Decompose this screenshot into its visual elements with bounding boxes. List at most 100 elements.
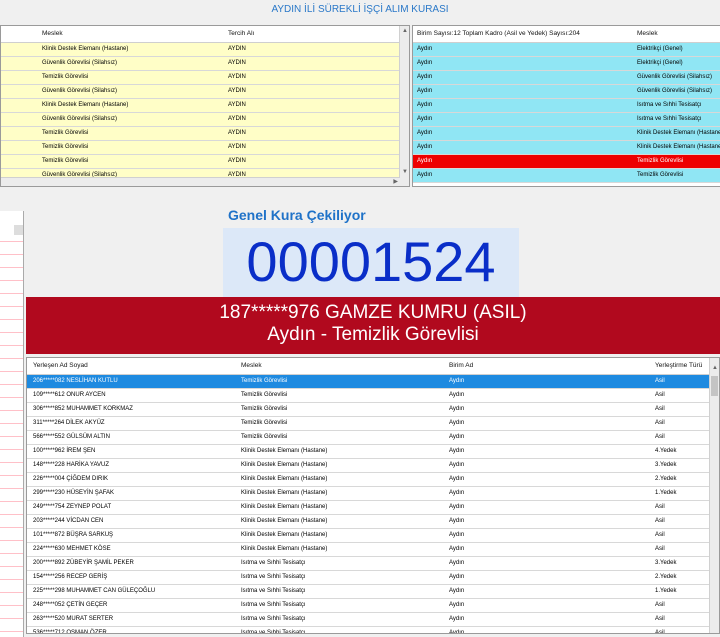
draw-status-label: Genel Kura Çekiliyor — [228, 207, 366, 223]
row-indicator — [1, 113, 42, 126]
placement-row[interactable]: 263*****520 MURAT SERTER Isıtma ve Sıhhi … — [27, 613, 719, 627]
cell-birim-ad: Aydın — [449, 588, 465, 594]
cell-meslek: Temizlik Görevlisi — [42, 158, 89, 164]
placement-row[interactable]: 536*****712 OSMAN ÖZER Isıtma ve Sıhhi Te… — [27, 627, 719, 634]
cell-ad-soyad: 225*****298 MUHAMMET CAN GÜLEÇOĞLU — [33, 588, 156, 594]
unit-row[interactable]: Aydın Temizlik Görevlisi — [413, 155, 720, 169]
cell-tercih: AYDIN — [228, 116, 246, 122]
row-indicator — [1, 85, 42, 98]
cell-meslek-bottom: Klinik Destek Elemanı (Hastane) — [241, 462, 328, 468]
placement-row[interactable]: 226*****004 ÇİĞDEM DIRIK Klinik Destek El… — [27, 473, 719, 487]
scroll-thumb[interactable] — [711, 376, 718, 396]
placement-row[interactable]: 148*****228 HARİKA YAVUZ Klinik Destek El… — [27, 459, 719, 473]
cell-ad-soyad: 566*****552 GÜLSÜM ALTIN — [33, 434, 110, 440]
header-birim-ad[interactable]: Birim Ad — [449, 358, 655, 374]
preference-row[interactable]: Temizlik Görevlisi AYDIN — [1, 71, 409, 85]
cell-birim: Aydın — [417, 158, 433, 164]
placement-row[interactable]: 154*****256 RECEP GERİŞ Isıtma ve Sıhhi T… — [27, 571, 719, 585]
placement-row[interactable]: 206*****082 NESLİHAN KUTLU Temizlik Görev… — [27, 375, 719, 389]
unit-row[interactable]: Aydın Temizlik Görevlisi — [413, 169, 720, 183]
cell-meslek-bottom: Isıtma ve Sıhhi Tesisatçı — [241, 630, 306, 634]
draw-number: 00001524 — [246, 230, 496, 293]
placement-row[interactable]: 224*****630 MEHMET KÖSE Klinik Destek Ele… — [27, 543, 719, 557]
cell-ad-soyad: 100*****962 İREM ŞEN — [33, 448, 96, 454]
cell-meslek-right: Temizlik Görevlisi — [637, 172, 684, 178]
cell-yerlestirme: 2.Yedek — [655, 476, 677, 482]
placement-row[interactable]: 100*****962 İREM ŞEN Klinik Destek Eleman… — [27, 445, 719, 459]
cell-meslek-bottom: Klinik Destek Elemanı (Hastane) — [241, 532, 328, 538]
header-meslek-bottom[interactable]: Meslek — [241, 358, 449, 374]
preference-row[interactable]: Güvenlik Görevlisi (Silahsız) AYDIN — [1, 113, 409, 127]
preference-table-vscroll[interactable]: ▲ ▼ — [399, 26, 409, 186]
scroll-down-arrow-icon[interactable]: ▼ — [402, 168, 408, 176]
cell-birim-ad: Aydın — [449, 392, 465, 398]
unit-row[interactable]: Aydın Isıtma ve Sıhhi Tesisatçı — [413, 99, 720, 113]
side-panel-line — [0, 345, 23, 346]
side-panel-line — [0, 358, 23, 359]
header-meslek[interactable]: Meslek — [42, 26, 228, 42]
cell-meslek-bottom: Isıtma ve Sıhhi Tesisatçı — [241, 602, 306, 608]
cell-meslek-right: Klinik Destek Elemanı (Hastane) — [637, 144, 720, 150]
preference-row[interactable]: Temizlik Görevlisi AYDIN — [1, 141, 409, 155]
unit-row[interactable]: Aydın Isıtma ve Sıhhi Tesisatçı — [413, 113, 720, 127]
preference-row[interactable]: Temizlik Görevlisi AYDIN — [1, 127, 409, 141]
unit-row[interactable]: Aydın Elektrikçi (Genel) — [413, 57, 720, 71]
placement-row[interactable]: 306*****852 MUHAMMET KORKMAZ Temizlik Gör… — [27, 403, 719, 417]
side-panel-line — [0, 579, 23, 580]
unit-row[interactable]: Aydın Güvenlik Görevlisi (Silahsız) — [413, 71, 720, 85]
header-meslek-right[interactable]: Meslek — [637, 26, 720, 42]
placement-row[interactable]: 203*****244 VİCDAN CEN Klinik Destek Elem… — [27, 515, 719, 529]
preference-row[interactable]: Temizlik Görevlisi AYDIN — [1, 155, 409, 169]
side-panel-line — [0, 384, 23, 385]
scroll-right-arrow-icon[interactable]: ▶ — [393, 178, 398, 186]
cell-ad-soyad: 200*****892 ZÜBEYİR ŞAMİL PEKER — [33, 560, 134, 566]
side-panel-line — [0, 306, 23, 307]
placement-table[interactable]: Yerleşen Ad Soyad Meslek Birim Ad Yerleş… — [26, 357, 720, 634]
unit-row[interactable]: Aydın Güvenlik Görevlisi (Silahsız) — [413, 85, 720, 99]
placement-row[interactable]: 566*****552 GÜLSÜM ALTIN Temizlik Görevli… — [27, 431, 719, 445]
cell-meslek-bottom: Temizlik Görevlisi — [241, 434, 288, 440]
placement-row[interactable]: 311*****264 DİLEK AKYÜZ Temizlik Görevlis… — [27, 417, 719, 431]
winner-location: Aydın - Temizlik Görevlisi — [267, 324, 479, 345]
cell-meslek-bottom: Temizlik Görevlisi — [241, 378, 288, 384]
scroll-up-arrow-icon[interactable]: ▲ — [712, 364, 718, 372]
cell-ad-soyad: 206*****082 NESLİHAN KUTLU — [33, 378, 118, 384]
header-tercih[interactable]: Tercih Alı — [228, 26, 378, 42]
preference-table[interactable]: Meslek Tercih Alı Klinik Destek Elemanı … — [0, 25, 410, 187]
placement-row[interactable]: 225*****298 MUHAMMET CAN GÜLEÇOĞLU Isıtma… — [27, 585, 719, 599]
placement-row[interactable]: 249*****754 ZEYNEP POLAT Klinik Destek El… — [27, 501, 719, 515]
preference-table-hscroll[interactable]: ▶ — [1, 177, 400, 186]
cell-yerlestirme: 3.Yedek — [655, 462, 677, 468]
cell-meslek-bottom: Klinik Destek Elemanı (Hastane) — [241, 504, 328, 510]
scroll-up-arrow-icon[interactable]: ▲ — [402, 27, 408, 35]
placement-row[interactable]: 101*****872 BÜŞRA SARKUŞ Klinik Destek El… — [27, 529, 719, 543]
row-indicator — [1, 43, 42, 56]
cell-ad-soyad: 311*****264 DİLEK AKYÜZ — [33, 420, 105, 426]
placement-row[interactable]: 109*****612 ONUR AYCEN Temizlik Görevlisi… — [27, 389, 719, 403]
cell-birim-ad: Aydın — [449, 448, 465, 454]
header-birim[interactable]: Birim Sayısı:12 Toplam Kadro (Asil ve Ye… — [413, 26, 637, 42]
side-panel-line — [0, 514, 23, 515]
cell-meslek-bottom: Temizlik Görevlisi — [241, 420, 288, 426]
preference-row[interactable]: Klinik Destek Elemanı (Hastane) AYDIN — [1, 99, 409, 113]
side-panel-scroll-icon[interactable] — [14, 225, 23, 235]
cell-birim-ad: Aydın — [449, 574, 465, 580]
placement-row[interactable]: 200*****892 ZÜBEYİR ŞAMİL PEKER Isıtma ve… — [27, 557, 719, 571]
placement-row[interactable]: 299*****230 HÜSEYİN ŞAFAK Klinik Destek E… — [27, 487, 719, 501]
side-panel-line — [0, 449, 23, 450]
preference-row[interactable]: Güvenlik Görevlisi (Silahsız) AYDIN — [1, 85, 409, 99]
preference-row[interactable]: Güvenlik Görevlisi (Silahsız) AYDIN — [1, 57, 409, 71]
header-ad-soyad[interactable]: Yerleşen Ad Soyad — [27, 358, 241, 374]
placement-table-vscroll[interactable]: ▲ — [709, 358, 719, 633]
placement-row[interactable]: 248*****052 ÇETİN GEÇER Isıtma ve Sıhhi T… — [27, 599, 719, 613]
preference-row[interactable]: Klinik Destek Elemanı (Hastane) AYDIN — [1, 43, 409, 57]
cell-birim: Aydın — [417, 144, 433, 150]
row-indicator — [1, 155, 42, 168]
cell-meslek-right: Temizlik Görevlisi — [637, 158, 684, 164]
unit-row[interactable]: Aydın Klinik Destek Elemanı (Hastane) — [413, 127, 720, 141]
unit-row[interactable]: Aydın Klinik Destek Elemanı (Hastane) — [413, 141, 720, 155]
unit-row[interactable]: Aydın Elektrikçi (Genel) — [413, 43, 720, 57]
unit-table[interactable]: Birim Sayısı:12 Toplam Kadro (Asil ve Ye… — [412, 25, 720, 187]
side-panel-line — [0, 527, 23, 528]
header-yerlestirme[interactable]: Yerleştirme Türü — [655, 358, 715, 374]
